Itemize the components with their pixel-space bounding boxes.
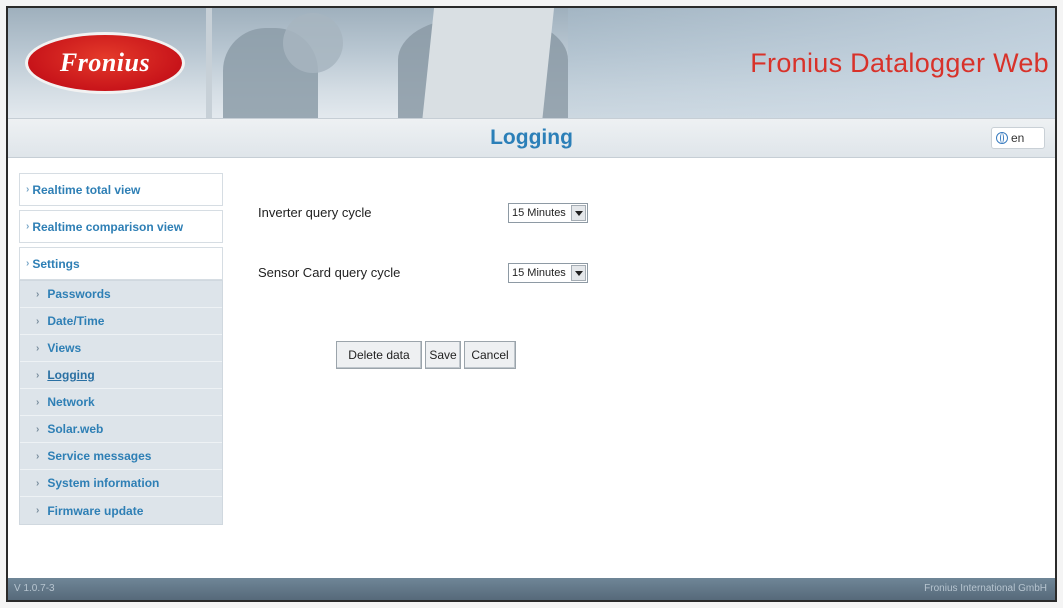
chevron-right-icon: › xyxy=(36,450,40,462)
app-frame: Fronius Fronius Datalogger Web Logging e… xyxy=(6,6,1057,602)
sensor-card-query-cycle-label: Sensor Card query cycle xyxy=(258,265,401,280)
inverter-query-cycle-select[interactable]: 15 Minutes xyxy=(508,203,588,223)
settings-submenu: › Passwords › Date/Time › Views › Loggin… xyxy=(19,280,223,525)
delete-data-button[interactable]: Delete data xyxy=(336,341,422,369)
sidebar-item-logging[interactable]: › Logging xyxy=(20,362,222,389)
nav-realtime-total-view[interactable]: › Realtime total view xyxy=(19,173,223,206)
chevron-right-icon: › xyxy=(36,396,40,408)
sidebar-item-solar-web[interactable]: › Solar.web xyxy=(20,416,222,443)
chevron-right-icon: › xyxy=(36,315,40,327)
nav-label: Realtime total view xyxy=(32,182,141,197)
title-bar: Logging en xyxy=(8,118,1055,158)
select-value: 15 Minutes xyxy=(512,267,566,279)
footer: V 1.0.7-3 Fronius International GmbH xyxy=(8,578,1055,600)
chevron-right-icon: › xyxy=(36,369,40,381)
nav-realtime-comparison-view[interactable]: › Realtime comparison view xyxy=(19,210,223,243)
sidebar-item-passwords[interactable]: › Passwords xyxy=(20,281,222,308)
language-label: en xyxy=(1011,131,1025,145)
cancel-button[interactable]: Cancel xyxy=(464,341,516,369)
version-text: V 1.0.7-3 xyxy=(14,583,55,594)
chevron-down-icon[interactable] xyxy=(571,265,586,281)
select-value: 15 Minutes xyxy=(512,207,566,219)
chevron-right-icon: › xyxy=(36,477,40,489)
page-title: Logging xyxy=(490,126,573,149)
chevron-right-icon: › xyxy=(36,342,40,354)
sidebar: › Realtime total view › Realtime compari… xyxy=(19,173,223,525)
inverter-query-cycle-label: Inverter query cycle xyxy=(258,205,372,220)
logo-text: Fronius xyxy=(59,48,151,77)
copyright-text: Fronius International GmbH xyxy=(924,583,1047,594)
nav-label: Realtime comparison view xyxy=(32,219,184,234)
header-banner: Fronius Fronius Datalogger Web xyxy=(8,8,1055,118)
globe-icon xyxy=(996,132,1008,144)
sidebar-item-date-time[interactable]: › Date/Time xyxy=(20,308,222,335)
chevron-right-icon: › xyxy=(36,288,40,300)
app-title: Fronius Datalogger Web xyxy=(750,48,1049,78)
chevron-down-icon[interactable] xyxy=(571,205,586,221)
nav-label: Settings xyxy=(32,256,80,271)
sidebar-item-network[interactable]: › Network xyxy=(20,389,222,416)
nav-settings[interactable]: › Settings xyxy=(19,247,223,280)
sidebar-item-service-messages[interactable]: › Service messages xyxy=(20,443,222,470)
sidebar-item-views[interactable]: › Views xyxy=(20,335,222,362)
sidebar-item-system-information[interactable]: › System information xyxy=(20,470,222,497)
sensor-card-query-cycle-select[interactable]: 15 Minutes xyxy=(508,263,588,283)
chevron-right-icon: › xyxy=(26,184,30,195)
fronius-logo: Fronius xyxy=(25,32,185,94)
chevron-right-icon: › xyxy=(36,423,40,435)
chevron-right-icon: › xyxy=(36,505,40,516)
chevron-right-icon: › xyxy=(26,221,30,232)
save-button[interactable]: Save xyxy=(425,341,461,369)
chevron-right-icon: › xyxy=(26,258,30,269)
sidebar-item-firmware-update[interactable]: › Firmware update xyxy=(20,497,222,524)
language-selector[interactable]: en xyxy=(991,127,1045,149)
